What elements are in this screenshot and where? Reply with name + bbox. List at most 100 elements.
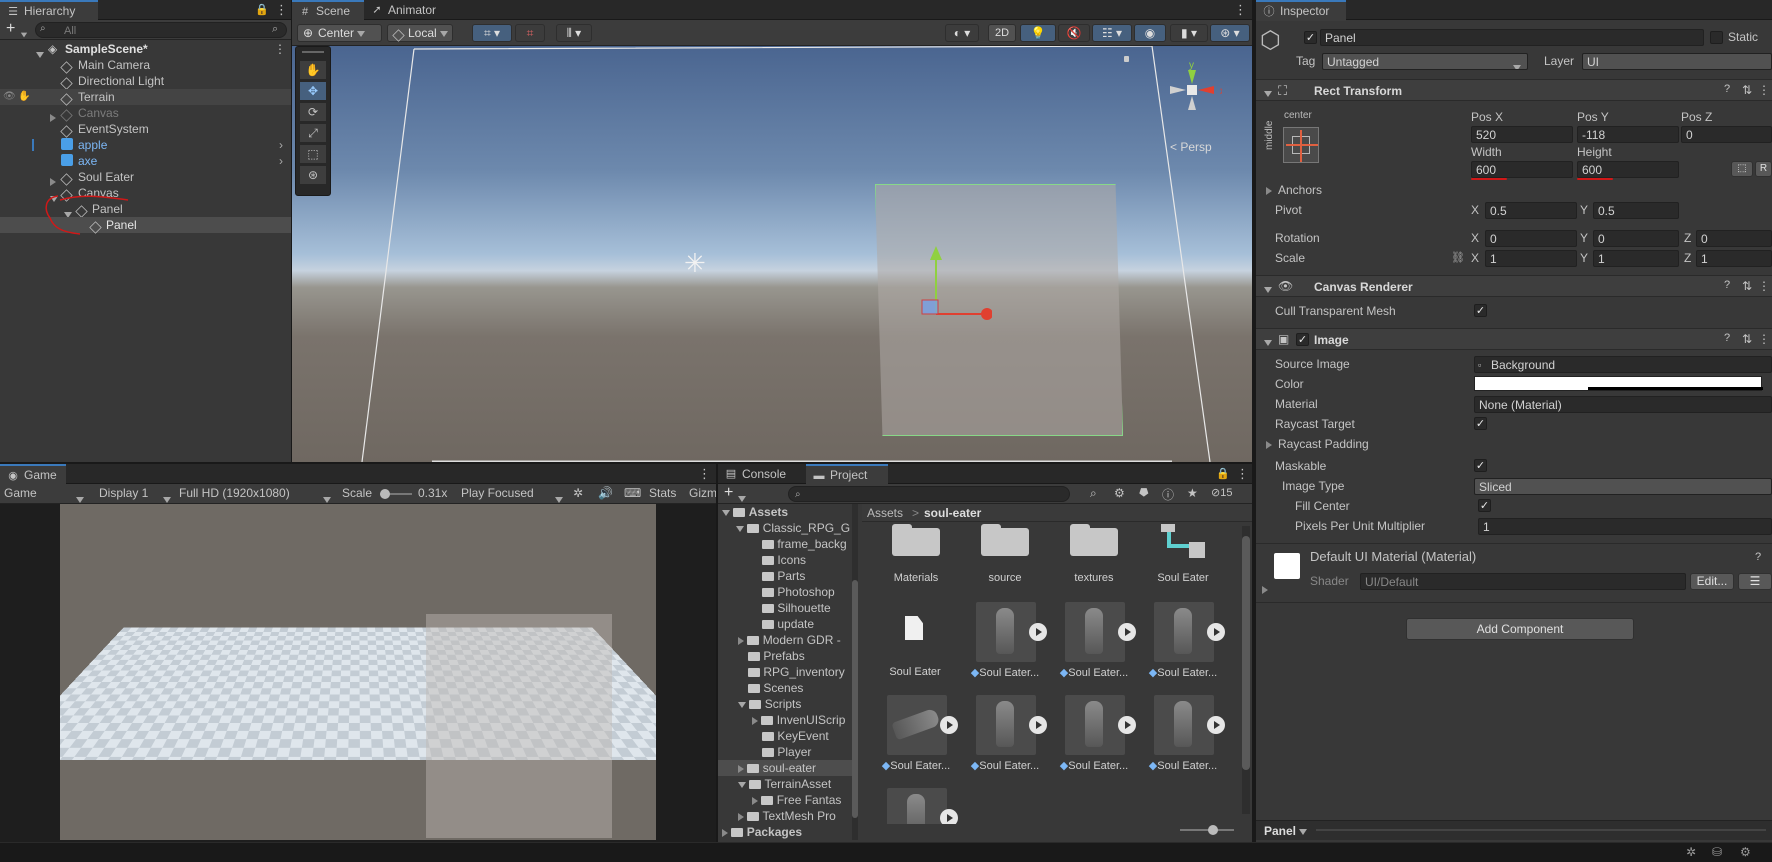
camera-settings-button[interactable]: ▮ ▾ — [1170, 24, 1208, 42]
move-gizmo[interactable] — [852, 216, 992, 356]
tree-item[interactable]: Modern GDR - — [738, 632, 858, 648]
animation-thumbnail[interactable] — [887, 695, 947, 755]
play-preview-icon[interactable] — [940, 809, 958, 824]
move-tool-icon[interactable]: ✥ — [300, 82, 326, 100]
prefab-variant-icon[interactable] — [1159, 522, 1209, 562]
hand-tool-icon[interactable]: ✋ — [300, 61, 326, 79]
resolution-dropdown[interactable]: Full HD (1920x1080) — [179, 486, 290, 500]
tree-item[interactable]: RPG_inventory — [748, 664, 858, 680]
folder-icon[interactable] — [1070, 522, 1118, 556]
file-icon[interactable] — [905, 616, 923, 640]
hierarchy-item[interactable]: Directional Light — [0, 73, 291, 89]
anchors-foldout[interactable]: Anchors — [1266, 181, 1322, 199]
active-checkbox[interactable]: ✓ — [1304, 31, 1317, 44]
play-preview-icon[interactable] — [1207, 716, 1225, 734]
audio-icon[interactable]: 🔊 — [598, 486, 613, 500]
raw-edit-button[interactable]: R — [1755, 161, 1772, 177]
preview-dropdown[interactable]: Panel — [1264, 824, 1307, 838]
hierarchy-item[interactable]: EventSystem — [0, 121, 291, 137]
hidden-packages-icon[interactable]: ⊘15 — [1211, 486, 1232, 499]
pivot-y-field[interactable]: 0.5 — [1593, 202, 1679, 219]
cache-server-icon[interactable]: ⛁ — [1712, 845, 1722, 859]
shader-menu-button[interactable]: ☰ — [1738, 573, 1772, 590]
rect-tool-icon[interactable]: ⬚ — [300, 145, 326, 163]
animation-thumbnail[interactable] — [1154, 695, 1214, 755]
animation-thumbnail[interactable] — [976, 602, 1036, 662]
more-icon[interactable]: ⋮ — [1236, 466, 1249, 482]
posz-field[interactable]: 0 — [1681, 126, 1772, 143]
align-button[interactable]: ⫴ ▾ — [556, 24, 592, 42]
tree-item-selected[interactable]: soul-eater — [718, 760, 858, 776]
grid-snapping-button[interactable]: ⌗ ▾ — [472, 24, 512, 42]
gizmos-button[interactable]: Gizm — [689, 486, 716, 500]
fill-center-checkbox[interactable]: ✓ — [1478, 499, 1491, 512]
settings-icon[interactable]: ⇅ — [1742, 83, 1752, 97]
folder-icon[interactable] — [981, 522, 1029, 556]
settings-icon[interactable]: ⇅ — [1742, 279, 1752, 293]
scene-more-icon[interactable]: ⋮ — [274, 41, 286, 57]
hierarchy-item[interactable]: 👁 ✋ Terrain — [0, 89, 291, 105]
lock-icon[interactable]: 🔒 — [255, 3, 269, 16]
thumbnail-size-thumb[interactable] — [1208, 825, 1218, 835]
layer-dropdown[interactable]: UI — [1582, 53, 1772, 70]
search-filter-icon[interactable]: ⌕ — [272, 23, 278, 36]
more-icon[interactable]: ⋮ — [1234, 2, 1247, 18]
play-preview-icon[interactable] — [1207, 623, 1225, 641]
create-button[interactable]: + — [724, 484, 733, 502]
shader-dropdown[interactable]: UI/Default — [1360, 573, 1686, 590]
play-preview-icon[interactable] — [1029, 716, 1047, 734]
animation-thumbnail[interactable] — [1065, 695, 1125, 755]
gizmos-toggle[interactable]: ⊛ ▾ — [1210, 24, 1250, 42]
settings-icon[interactable]: ⇅ — [1742, 332, 1752, 346]
progress-icon[interactable]: ⚙ — [1740, 845, 1751, 859]
pickable-hand-icon[interactable]: ✋ — [18, 89, 30, 105]
image-type-dropdown[interactable]: Sliced — [1474, 478, 1772, 495]
animation-thumbnail[interactable] — [976, 695, 1036, 755]
ppu-field[interactable]: 1 — [1478, 518, 1772, 535]
keyboard-icon[interactable]: ⌨ — [624, 486, 641, 500]
thumbnail-size-slider[interactable] — [1180, 829, 1234, 831]
image-header[interactable]: ▣ ✓ Image ? ⇅ ⋮ — [1256, 328, 1772, 350]
material-field[interactable]: None (Material) — [1474, 396, 1772, 413]
add-dropdown-icon[interactable] — [20, 27, 28, 41]
height-field[interactable]: 600 — [1577, 161, 1679, 178]
scale-slider[interactable] — [380, 493, 412, 495]
animation-thumbnail[interactable] — [1154, 602, 1214, 662]
tree-item[interactable]: KeyEvent — [762, 728, 858, 744]
shader-edit-button[interactable]: Edit... — [1690, 573, 1734, 590]
rect-transform-header[interactable]: ⛶ Rect Transform ? ⇅ ⋮ — [1256, 79, 1772, 101]
hierarchy-item[interactable]: Main Camera — [0, 57, 291, 73]
pivot-x-field[interactable]: 0.5 — [1485, 202, 1577, 219]
tab-game[interactable]: ◉ Game — [0, 464, 66, 485]
game-view-dropdown[interactable]: Game — [4, 486, 37, 500]
scale-slider-thumb[interactable] — [380, 489, 390, 499]
hidden-objects-toggle[interactable]: ◉ — [1134, 24, 1166, 42]
audio-toggle[interactable]: 🔇 — [1058, 24, 1090, 42]
hierarchy-search-input[interactable]: All — [35, 22, 287, 38]
scale-tool-icon[interactable]: ⤢ — [300, 124, 326, 142]
stats-button[interactable]: Stats — [649, 486, 676, 500]
scale-z-field[interactable]: 1 — [1696, 250, 1772, 267]
play-preview-icon[interactable] — [1118, 716, 1136, 734]
tab-inspector[interactable]: ⓘ Inspector — [1256, 0, 1346, 21]
projection-label[interactable]: < Persp — [1170, 140, 1212, 154]
tree-item[interactable]: TerrainAsset — [738, 776, 858, 792]
add-component-button[interactable]: Add Component — [1406, 618, 1634, 640]
orientation-lock-icon[interactable] — [1124, 56, 1129, 62]
static-checkbox[interactable] — [1710, 31, 1723, 44]
breadcrumb-root[interactable]: Assets — [867, 506, 903, 520]
scene-viewport[interactable]: ✳ ✋ ✥ ⟳ ⤢ ⬚ ⊛ x y < Persp — [292, 46, 1252, 462]
tree-scrollbar[interactable] — [852, 504, 858, 840]
rotation-z-field[interactable]: 0 — [1696, 230, 1772, 247]
tag-dropdown[interactable]: Untagged — [1322, 53, 1528, 70]
help-icon[interactable]: ? — [1755, 551, 1761, 563]
width-field[interactable]: 600 — [1471, 161, 1573, 178]
search-by-type-icon[interactable]: ⌕ — [1090, 486, 1097, 501]
maskable-checkbox[interactable]: ✓ — [1474, 459, 1487, 472]
raycast-target-checkbox[interactable]: ✓ — [1474, 417, 1487, 430]
color-swatch[interactable] — [1474, 376, 1762, 391]
hierarchy-item[interactable]: Soul Eater — [0, 169, 291, 185]
animation-thumbnail[interactable] — [1065, 602, 1125, 662]
toggle-2d-button[interactable]: 2D — [988, 24, 1016, 42]
link-scale-icon[interactable]: ⛓ — [1451, 251, 1465, 264]
